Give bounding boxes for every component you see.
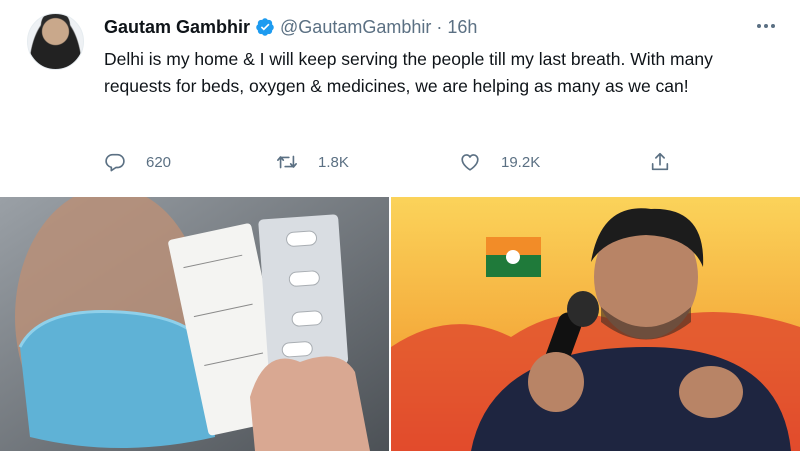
more-options-icon[interactable] <box>754 14 778 38</box>
tweet-card: Gautam Gambhir @GautamGambhir · 16h Delh… <box>0 0 800 192</box>
reply-icon <box>105 153 125 172</box>
time-separator: · <box>436 16 443 37</box>
share-icon <box>651 152 669 171</box>
reply-count: 620 <box>146 153 172 171</box>
like-button[interactable]: 19.2K <box>459 148 540 176</box>
author-handle[interactable]: @GautamGambhir <box>280 17 431 38</box>
tweet-header: Gautam Gambhir @GautamGambhir · 16h <box>104 14 477 40</box>
speaker-image <box>391 197 800 451</box>
medicine-image <box>0 197 389 451</box>
retweet-button[interactable]: 1.8K <box>276 148 349 176</box>
tweet-text: Delhi is my home & I will keep serving t… <box>104 49 713 96</box>
share-button[interactable] <box>649 148 671 176</box>
heart-icon <box>461 154 479 171</box>
verified-badge-icon <box>256 18 274 36</box>
tweet-photo-speaker[interactable] <box>391 197 800 451</box>
avatar[interactable] <box>27 13 84 70</box>
tweet-photo-medicine[interactable] <box>0 197 389 451</box>
retweet-count: 1.8K <box>318 153 349 171</box>
tweet-actions: 620 1.8K 19.2K <box>104 148 684 176</box>
author-name[interactable]: Gautam Gambhir <box>104 17 250 38</box>
tweet-time[interactable]: 16h <box>447 17 477 38</box>
reply-button[interactable]: 620 <box>104 148 171 176</box>
retweet-icon <box>277 155 297 169</box>
like-count: 19.2K <box>501 153 541 171</box>
